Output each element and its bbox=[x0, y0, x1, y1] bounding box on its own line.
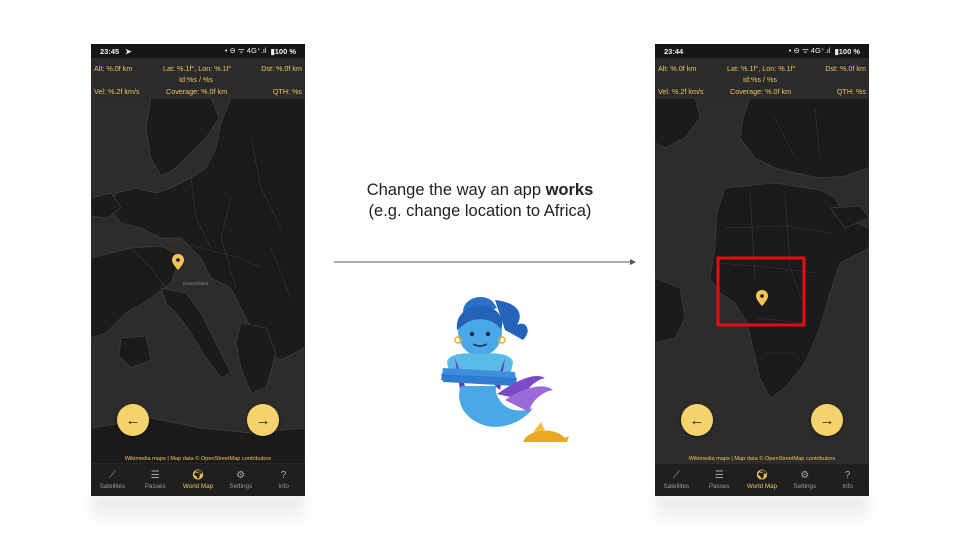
status-time: 23:45 bbox=[100, 46, 120, 56]
help-icon: ? bbox=[280, 470, 287, 481]
caption-example: (e.g. change location to Africa) bbox=[368, 202, 592, 220]
caption: Change the way an app works (e.g. change… bbox=[340, 180, 620, 222]
nav-info[interactable]: ? Info bbox=[826, 464, 869, 496]
distance-text: Dst: %.0f km bbox=[825, 64, 866, 73]
arrow-right-icon: → bbox=[255, 411, 271, 429]
arrow-left-icon: ← bbox=[125, 411, 141, 429]
slide: 23:45 ➤ • ⊖ ᯤ 4G⁺.ıl ▮100 % Alt: %.0f km… bbox=[0, 0, 960, 540]
list-icon: ☰ bbox=[150, 470, 160, 481]
nav-label: Settings bbox=[229, 483, 253, 490]
nav-label: Settings bbox=[793, 483, 817, 490]
gear-icon: ⚙ bbox=[236, 470, 246, 481]
sat-id-text: Id:%s / %s bbox=[179, 75, 213, 84]
battery-indicator: ▮100 % bbox=[834, 46, 860, 56]
nav-label: World Map bbox=[746, 483, 778, 490]
nav-satellites[interactable]: ⟋ Satellites bbox=[91, 464, 134, 496]
sat-id-text: Id:%s / %s bbox=[743, 75, 777, 84]
arrow-right-icon: → bbox=[819, 411, 835, 429]
arrow-right-icon bbox=[334, 259, 636, 265]
lat-lon-text: Lat: %.1f°, Lon: %.1f° bbox=[727, 64, 796, 73]
distance-text: Dst: %.0f km bbox=[261, 64, 302, 73]
help-icon: ? bbox=[844, 470, 851, 481]
map-attribution: Wikimedia maps | Map data © OpenStreetMa… bbox=[124, 456, 272, 462]
info-panel: Alt: %.0f km Lat: %.1f°, Lon: %.1f° Dst:… bbox=[655, 58, 869, 98]
map-country-label: Deutschland bbox=[183, 281, 209, 286]
coverage-text: Coverage: %.0f km bbox=[166, 87, 228, 96]
status-time: 23:44 bbox=[664, 46, 684, 56]
qth-text: QTH: %s bbox=[272, 87, 302, 96]
nav-settings[interactable]: ⚙ Settings bbox=[219, 464, 262, 496]
status-bar: 23:44 • ⊖ ᯤ 4G⁺.ıl ▮100 % bbox=[655, 44, 869, 58]
nav-label: Info bbox=[278, 483, 289, 490]
phone-shadow bbox=[655, 494, 869, 530]
qth-text: QTH: %s bbox=[836, 87, 866, 96]
phone-shadow bbox=[91, 494, 305, 530]
map-attribution: Wikimedia maps | Map data © OpenStreetMa… bbox=[688, 456, 836, 462]
nav-label: World Map bbox=[182, 483, 214, 490]
arrow-left-icon: ← bbox=[689, 411, 705, 429]
status-icons: • ⊖ ᯤ 4G⁺.ıl bbox=[224, 46, 267, 55]
info-panel: Alt: %.0f km Lat: %.1f°, Lon: %.1f° Dst:… bbox=[91, 58, 305, 98]
bottom-nav: ⟋ Satellites ☰ Passes 🌍︎ World Map ⚙ Setting… bbox=[91, 464, 305, 496]
nav-settings[interactable]: ⚙ Settings bbox=[783, 464, 826, 496]
globe-icon: 🌍︎ bbox=[191, 470, 205, 481]
altitude-text: Alt: %.0f km bbox=[658, 64, 697, 73]
nav-passes[interactable]: ☰ Passes bbox=[698, 464, 741, 496]
navigation-icon: ➤ bbox=[125, 46, 132, 56]
velocity-text: Vel: %.2f km/s bbox=[94, 87, 140, 96]
phone-after: 23:44 • ⊖ ᯤ 4G⁺.ıl ▮100 % Alt: %.0f km L… bbox=[655, 44, 869, 496]
coverage-text: Coverage: %.0f km bbox=[730, 87, 792, 96]
genie-icon bbox=[441, 297, 569, 442]
altitude-text: Alt: %.0f km bbox=[94, 64, 133, 73]
nav-label: Satellites bbox=[663, 483, 690, 490]
nav-satellites[interactable]: ⟋ Satellites bbox=[655, 464, 698, 496]
caption-bold: works bbox=[545, 181, 594, 199]
prev-button[interactable]: ← bbox=[681, 404, 713, 436]
nav-label: Satellites bbox=[99, 483, 126, 490]
lat-lon-text: Lat: %.1f°, Lon: %.1f° bbox=[163, 64, 232, 73]
velocity-text: Vel: %.2f km/s bbox=[658, 87, 704, 96]
nav-world-map[interactable]: 🌍︎ World Map bbox=[741, 464, 784, 496]
battery-indicator: ▮100 % bbox=[270, 46, 296, 56]
satellite-icon: ⟋ bbox=[108, 470, 116, 481]
gear-icon: ⚙ bbox=[800, 470, 810, 481]
nav-world-map[interactable]: 🌍︎ World Map bbox=[177, 464, 220, 496]
status-bar: 23:45 ➤ • ⊖ ᯤ 4G⁺.ıl ▮100 % bbox=[91, 44, 305, 58]
next-button[interactable]: → bbox=[247, 404, 279, 436]
globe-icon: 🌍︎ bbox=[755, 470, 769, 481]
nav-label: Passes bbox=[708, 483, 730, 490]
nav-info[interactable]: ? Info bbox=[262, 464, 305, 496]
list-icon: ☰ bbox=[714, 470, 724, 481]
nav-passes[interactable]: ☰ Passes bbox=[134, 464, 177, 496]
next-button[interactable]: → bbox=[811, 404, 843, 436]
caption-prefix: Change the way an app bbox=[366, 181, 546, 199]
nav-label: Passes bbox=[144, 483, 166, 490]
prev-button[interactable]: ← bbox=[117, 404, 149, 436]
phone-before: 23:45 ➤ • ⊖ ᯤ 4G⁺.ıl ▮100 % Alt: %.0f km… bbox=[91, 44, 305, 496]
bottom-nav: ⟋ Satellites ☰ Passes 🌍︎ World Map ⚙ Setting… bbox=[655, 464, 869, 496]
status-icons: • ⊖ ᯤ 4G⁺.ıl bbox=[788, 46, 831, 55]
satellite-icon: ⟋ bbox=[672, 470, 680, 481]
nav-label: Info bbox=[842, 483, 853, 490]
